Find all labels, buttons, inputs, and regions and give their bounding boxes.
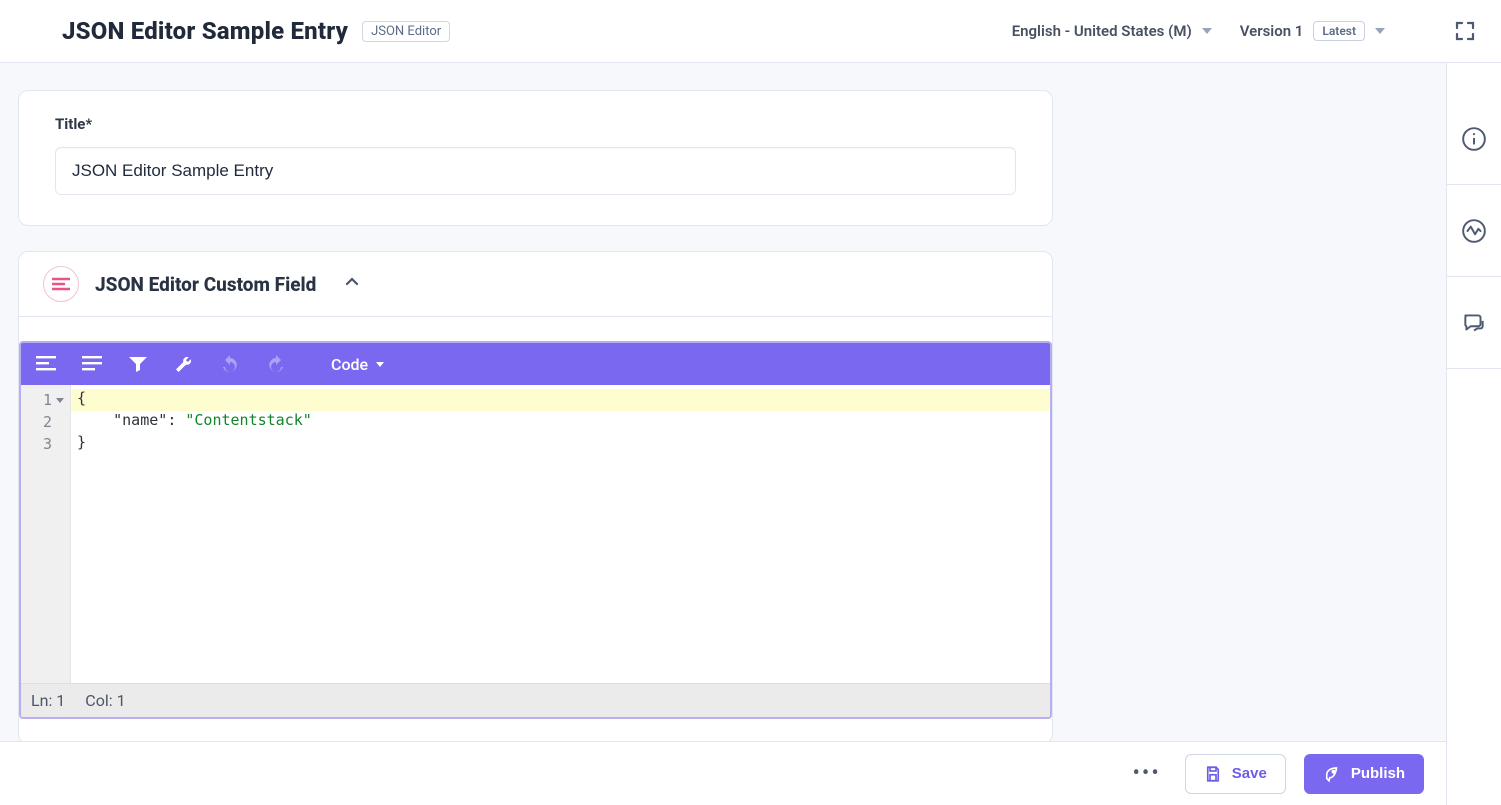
redo-icon[interactable] — [263, 351, 289, 377]
status-col: Col: 1 — [85, 691, 125, 710]
title-field-label: Title* — [55, 115, 1016, 133]
section-header[interactable]: JSON Editor Custom Field — [19, 252, 1052, 317]
status-line: Ln: 1 — [31, 691, 65, 710]
version-label: Version 1 — [1240, 22, 1304, 40]
info-panel-button[interactable] — [1447, 93, 1501, 185]
undo-icon[interactable] — [217, 351, 243, 377]
code-line: { — [71, 389, 1050, 411]
fullscreen-icon[interactable] — [1453, 19, 1477, 43]
json-editor-card: JSON Editor Custom Field — [18, 251, 1053, 744]
gutter-line: 3 — [21, 433, 70, 455]
save-icon — [1204, 765, 1222, 783]
title-card: Title* — [18, 90, 1053, 226]
activity-panel-button[interactable] — [1447, 185, 1501, 277]
top-bar: JSON Editor Sample Entry JSON Editor Eng… — [0, 0, 1501, 63]
repair-icon[interactable] — [171, 351, 197, 377]
editor-gutter: 1 2 3 — [21, 385, 71, 683]
fold-icon[interactable] — [56, 398, 64, 403]
chevron-down-icon — [1375, 28, 1385, 34]
right-rail — [1446, 63, 1501, 805]
editor-body: 1 2 3 { "name": "Contentstack" } — [21, 385, 1050, 683]
chevron-up-icon — [344, 274, 360, 294]
chevron-down-icon — [1202, 28, 1212, 34]
top-right-cluster: English - United States (M) Version 1 La… — [1012, 19, 1477, 43]
format-icon[interactable] — [33, 351, 59, 377]
footer-bar: ••• Save Publish — [0, 741, 1446, 805]
content-scroll[interactable]: Title* JSON Editor Custom Field — [0, 63, 1437, 805]
version-badge: Latest — [1313, 21, 1365, 41]
save-button-label: Save — [1232, 765, 1267, 782]
page-title: JSON Editor Sample Entry — [62, 17, 348, 45]
gutter-line: 1 — [21, 389, 70, 411]
code-line: } — [71, 433, 1050, 455]
json-editor-container: Code 1 2 3 { "name": "Contentstack" } — [19, 317, 1052, 743]
filter-icon[interactable] — [125, 351, 151, 377]
code-line: "name": "Contentstack" — [71, 411, 1050, 433]
comments-panel-button[interactable] — [1447, 277, 1501, 369]
publish-icon — [1323, 765, 1341, 783]
editor-status-bar: Ln: 1 Col: 1 — [21, 683, 1050, 717]
compact-icon[interactable] — [79, 351, 105, 377]
editor-toolbar: Code — [21, 343, 1050, 385]
more-actions-button[interactable]: ••• — [1127, 761, 1167, 786]
json-editor: Code 1 2 3 { "name": "Contentstack" } — [19, 341, 1052, 719]
caret-down-icon — [376, 362, 384, 367]
editor-mode-label: Code — [331, 355, 368, 374]
locale-label: English - United States (M) — [1012, 22, 1192, 40]
section-title: JSON Editor Custom Field — [95, 273, 316, 296]
title-input[interactable] — [55, 147, 1016, 195]
content-type-tag[interactable]: JSON Editor — [362, 21, 450, 42]
save-button[interactable]: Save — [1185, 754, 1286, 794]
gutter-line: 2 — [21, 411, 70, 433]
publish-button[interactable]: Publish — [1304, 754, 1424, 794]
extension-logo-icon — [43, 266, 79, 302]
editor-code-area[interactable]: { "name": "Contentstack" } — [71, 385, 1050, 683]
locale-selector[interactable]: English - United States (M) — [1012, 22, 1212, 40]
publish-button-label: Publish — [1351, 765, 1405, 782]
editor-mode-dropdown[interactable]: Code — [331, 355, 384, 374]
version-selector[interactable]: Version 1 Latest — [1240, 21, 1385, 41]
